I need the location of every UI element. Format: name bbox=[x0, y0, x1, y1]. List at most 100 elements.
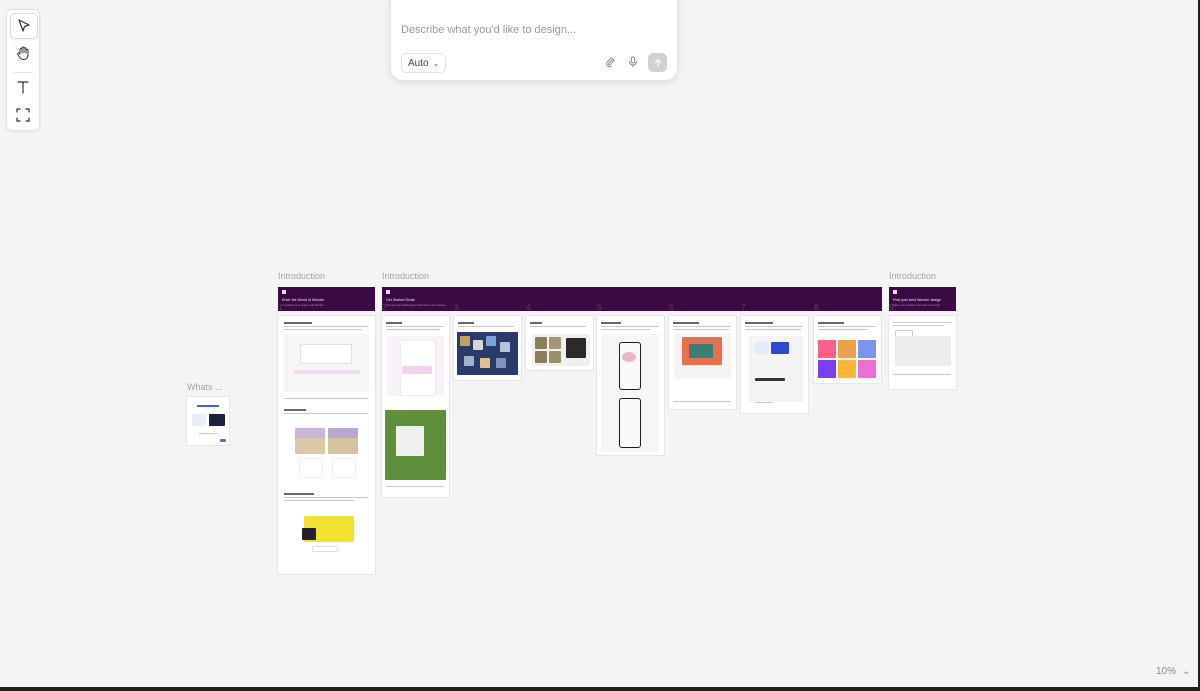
step-card[interactable] bbox=[382, 316, 449, 497]
card-text bbox=[284, 497, 368, 498]
card-text bbox=[673, 329, 729, 330]
step-number: 2 bbox=[382, 302, 387, 312]
step-number: 6 bbox=[669, 302, 674, 312]
banner-subtitle: Share your creations with the community bbox=[893, 304, 940, 307]
banner-subtitle: Step-by-step walkthrough of Wonder's cor… bbox=[386, 304, 446, 307]
frame-tool-button[interactable] bbox=[10, 103, 36, 127]
section-banner[interactable]: Post your best Wonder design Share your … bbox=[889, 287, 956, 311]
step-card[interactable] bbox=[889, 316, 956, 389]
card-preview bbox=[818, 340, 836, 358]
card-preview bbox=[486, 336, 496, 346]
section-label[interactable]: Introduction bbox=[278, 271, 325, 281]
card-preview bbox=[566, 338, 586, 358]
wonder-logo-icon bbox=[386, 290, 390, 294]
card-text bbox=[284, 326, 368, 327]
banner-title: Enter the World of Wonder bbox=[282, 298, 325, 302]
card-preview bbox=[755, 378, 785, 381]
section-label[interactable]: Introduction bbox=[382, 271, 429, 281]
card-preview bbox=[328, 438, 358, 454]
card-preview bbox=[858, 360, 876, 378]
frame-button bbox=[220, 439, 226, 442]
cursor-arrow-icon bbox=[18, 19, 30, 32]
card-text bbox=[386, 326, 444, 327]
hand-tool-button[interactable] bbox=[10, 41, 36, 65]
card-preview bbox=[464, 356, 474, 366]
banner-subtitle: A guided tour to design with Wonder bbox=[282, 304, 324, 307]
frame-text bbox=[199, 433, 217, 434]
card-heading bbox=[818, 322, 844, 324]
select-tool-button[interactable] bbox=[10, 13, 38, 39]
card-preview bbox=[302, 528, 316, 540]
card-preview bbox=[771, 342, 789, 354]
prompt-input[interactable]: Describe what you'd like to design... bbox=[401, 24, 591, 36]
step-number: 8 bbox=[814, 302, 819, 312]
zoom-control[interactable]: 10% ⌄ bbox=[1156, 666, 1190, 677]
frame-heading bbox=[197, 405, 219, 407]
card-text bbox=[530, 326, 586, 327]
card-text bbox=[818, 329, 868, 330]
card-preview bbox=[755, 342, 769, 354]
card-heading bbox=[530, 322, 542, 324]
card-preview bbox=[535, 351, 547, 363]
card-preview bbox=[402, 366, 432, 374]
step-number: 4 bbox=[526, 302, 531, 312]
card-heading bbox=[284, 322, 312, 324]
section-banner[interactable]: Enter the World of Wonder A guided tour … bbox=[278, 287, 375, 311]
card-preview bbox=[332, 458, 356, 478]
step-card[interactable] bbox=[526, 316, 593, 370]
step-card[interactable] bbox=[278, 316, 375, 574]
card-text bbox=[284, 500, 354, 501]
hand-icon bbox=[17, 46, 29, 60]
arrow-up-icon bbox=[654, 58, 661, 67]
wonder-logo-icon bbox=[282, 290, 286, 294]
wonder-logo-icon bbox=[893, 290, 897, 294]
frame-image bbox=[192, 414, 206, 426]
card-text bbox=[284, 329, 362, 330]
card-text bbox=[745, 329, 801, 330]
step-card[interactable] bbox=[741, 316, 808, 413]
card-heading bbox=[673, 322, 699, 324]
card-preview bbox=[895, 336, 951, 366]
card-text bbox=[284, 413, 368, 414]
step-card[interactable] bbox=[597, 316, 664, 455]
step-card[interactable] bbox=[454, 316, 521, 380]
mode-label: Auto bbox=[408, 57, 429, 69]
card-preview bbox=[473, 340, 483, 350]
card-heading bbox=[284, 409, 306, 411]
text-icon bbox=[17, 81, 29, 94]
step-card[interactable] bbox=[669, 316, 736, 409]
card-text bbox=[893, 322, 951, 323]
step-number: 9 bbox=[889, 302, 894, 312]
whats-new-frame-label[interactable]: Whats ... bbox=[187, 382, 223, 392]
whats-new-frame[interactable] bbox=[187, 397, 229, 445]
toolbar-divider bbox=[13, 72, 33, 73]
card-preview bbox=[549, 337, 561, 349]
zoom-level: 10% bbox=[1156, 666, 1177, 677]
card-preview bbox=[295, 438, 325, 454]
text-tool-button[interactable] bbox=[10, 75, 36, 99]
card-preview bbox=[294, 370, 360, 374]
mode-dropdown[interactable]: Auto ⌄ bbox=[401, 53, 447, 73]
card-text bbox=[893, 374, 951, 375]
chevron-down-icon: ⌄ bbox=[432, 58, 440, 68]
card-preview bbox=[622, 352, 636, 362]
voice-input-button[interactable] bbox=[626, 55, 640, 69]
banner-title: Get Started Guide bbox=[386, 298, 415, 302]
card-text bbox=[386, 329, 440, 330]
tool-palette bbox=[6, 9, 40, 131]
frame-icon bbox=[16, 108, 30, 122]
card-text bbox=[458, 326, 514, 327]
send-button[interactable] bbox=[648, 53, 667, 72]
attach-button[interactable] bbox=[603, 55, 617, 69]
card-preview bbox=[480, 358, 490, 368]
card-preview bbox=[818, 360, 836, 378]
card-preview bbox=[500, 342, 510, 352]
card-heading bbox=[601, 322, 621, 324]
step-card[interactable] bbox=[814, 316, 881, 383]
card-text bbox=[893, 325, 943, 326]
card-preview bbox=[312, 546, 338, 552]
card-heading bbox=[745, 322, 773, 324]
banner-title: Post your best Wonder design bbox=[893, 298, 942, 302]
card-preview bbox=[838, 340, 856, 358]
section-label[interactable]: Introduction bbox=[889, 271, 936, 281]
